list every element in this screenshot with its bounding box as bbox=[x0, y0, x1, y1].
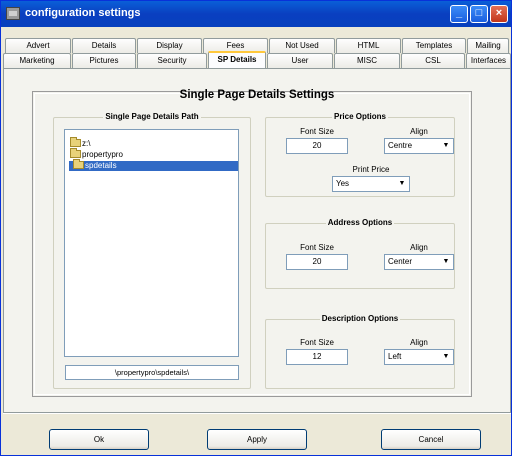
address-align-select[interactable]: Center ▼ bbox=[384, 254, 454, 270]
address-align-label: Align bbox=[410, 243, 428, 252]
price-align-label: Align bbox=[410, 127, 428, 136]
tab-advert[interactable]: Advert bbox=[5, 38, 71, 53]
folder-open-icon bbox=[73, 159, 84, 169]
tab-html[interactable]: HTML bbox=[336, 38, 401, 53]
tab-pictures[interactable]: Pictures bbox=[72, 53, 136, 68]
chevron-down-icon: ▼ bbox=[442, 258, 450, 265]
chevron-down-icon: ▼ bbox=[442, 353, 450, 360]
price-options-title: Price Options bbox=[331, 112, 388, 121]
description-options-title: Description Options bbox=[319, 314, 401, 323]
price-font-size-input[interactable]: 20 bbox=[286, 138, 348, 154]
tab-misc[interactable]: MISC bbox=[334, 53, 400, 68]
configuration-window: configuration settings _ □ × Advert Deta… bbox=[0, 0, 512, 456]
address-options-title: Address Options bbox=[325, 218, 395, 227]
tab-csl[interactable]: CSL bbox=[401, 53, 465, 68]
description-font-size-label: Font Size bbox=[300, 338, 334, 347]
tab-sp-details[interactable]: SP Details bbox=[208, 51, 266, 68]
folder-icon bbox=[70, 137, 81, 147]
print-price-select[interactable]: Yes ▼ bbox=[332, 176, 410, 192]
chevron-down-icon: ▼ bbox=[398, 180, 406, 187]
tab-templates[interactable]: Templates bbox=[402, 38, 466, 53]
print-price-label: Print Price bbox=[352, 165, 390, 174]
tab-mailing[interactable]: Mailing bbox=[467, 38, 509, 53]
price-font-size-label: Font Size bbox=[300, 127, 334, 136]
path-field[interactable]: \propertypro\spdetails\ bbox=[65, 365, 239, 380]
tab-interfaces[interactable]: Interfaces bbox=[466, 53, 511, 68]
address-font-size-label: Font Size bbox=[300, 243, 334, 252]
description-align-select[interactable]: Left ▼ bbox=[384, 349, 454, 365]
description-align-label: Align bbox=[410, 338, 428, 347]
tab-not-used[interactable]: Not Used bbox=[269, 38, 335, 53]
tab-row-2: Marketing Pictures Security SP Details U… bbox=[3, 51, 511, 68]
app-icon bbox=[6, 7, 20, 20]
chevron-down-icon: ▼ bbox=[442, 142, 450, 149]
title-bar: configuration settings _ □ × bbox=[1, 1, 511, 27]
tab-marketing[interactable]: Marketing bbox=[3, 53, 71, 68]
apply-button[interactable]: Apply bbox=[207, 429, 307, 450]
tab-details[interactable]: Details bbox=[72, 38, 136, 53]
ok-button[interactable]: Ok bbox=[49, 429, 149, 450]
close-button[interactable]: × bbox=[490, 5, 508, 23]
price-align-select[interactable]: Centre ▼ bbox=[384, 138, 454, 154]
page-title: Single Page Details Settings bbox=[179, 89, 335, 101]
tab-display[interactable]: Display bbox=[137, 38, 202, 53]
maximize-button[interactable]: □ bbox=[470, 5, 488, 23]
footer-separator bbox=[3, 413, 511, 414]
minimize-button[interactable]: _ bbox=[450, 5, 468, 23]
folder-tree[interactable]: z:\ propertypro spdetails bbox=[64, 129, 239, 357]
tree-item-spdetails[interactable]: spdetails bbox=[69, 159, 238, 171]
path-group-title: Single Page Details Path bbox=[103, 112, 201, 121]
tab-user[interactable]: User bbox=[267, 53, 333, 68]
window-title: configuration settings bbox=[25, 7, 141, 19]
tab-security[interactable]: Security bbox=[137, 53, 207, 68]
address-font-size-input[interactable]: 20 bbox=[286, 254, 348, 270]
description-font-size-input[interactable]: 12 bbox=[286, 349, 348, 365]
folder-icon bbox=[70, 148, 81, 158]
cancel-button[interactable]: Cancel bbox=[381, 429, 481, 450]
